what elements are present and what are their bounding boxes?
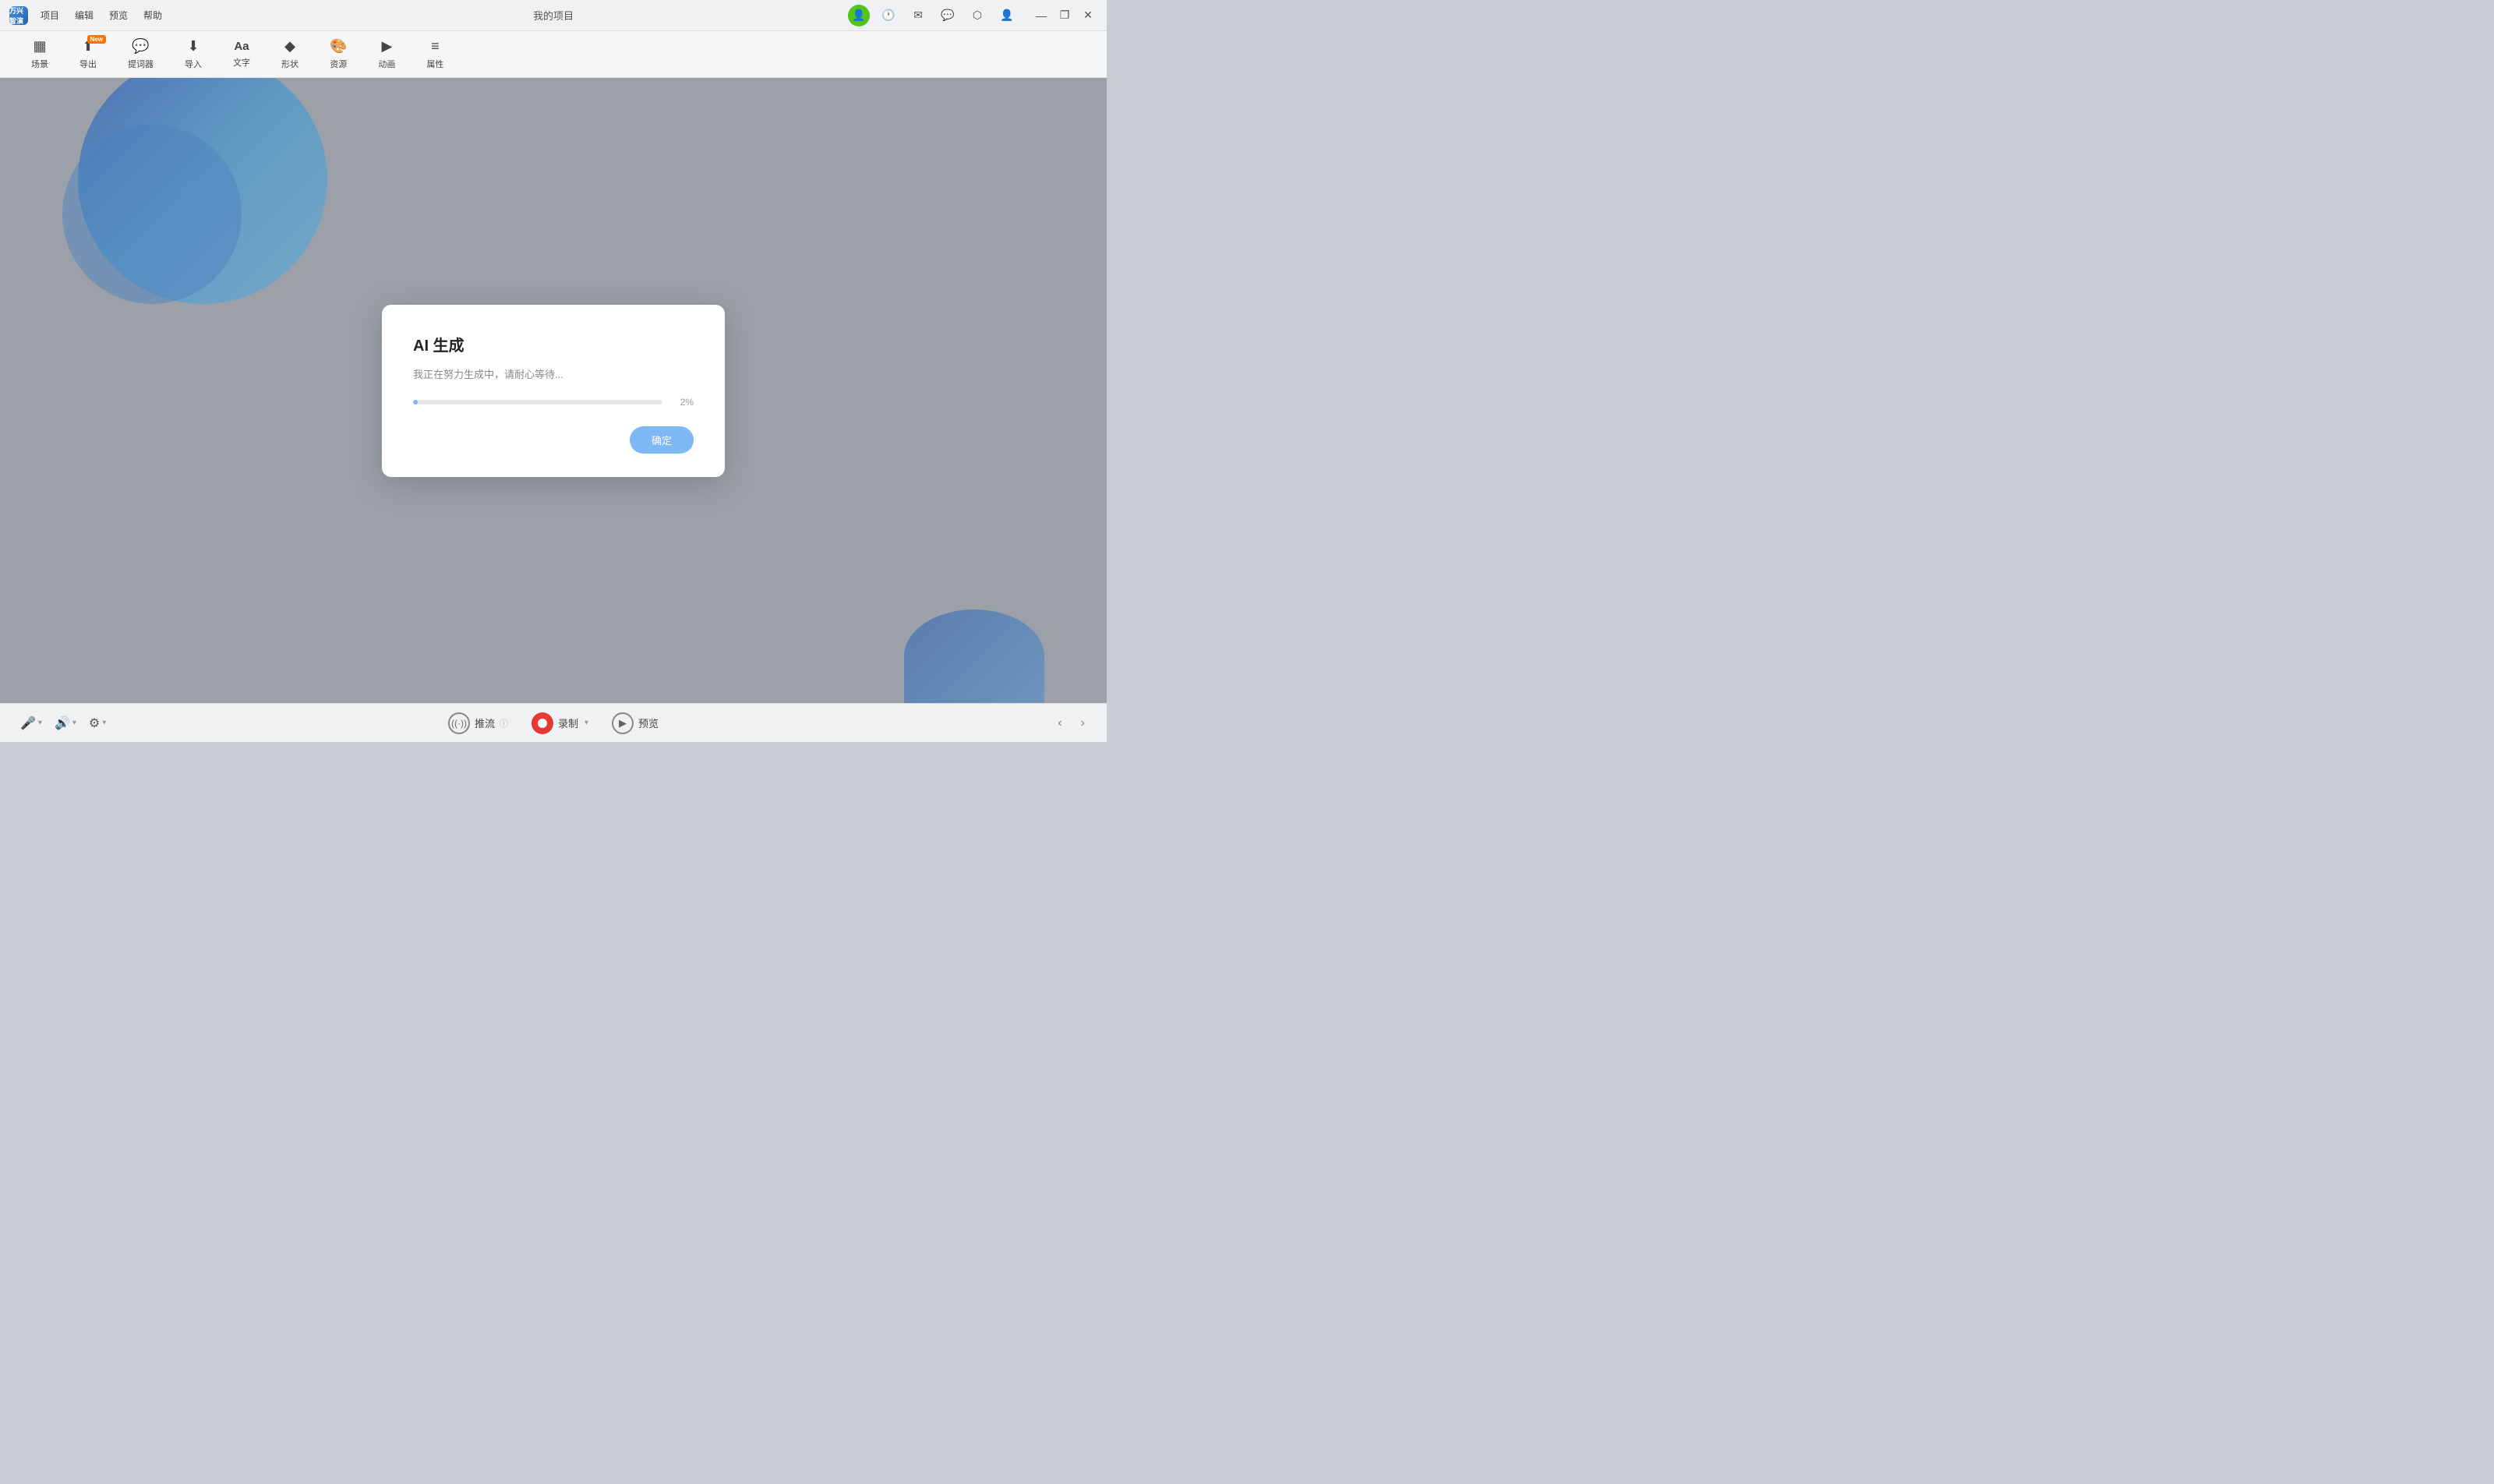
dialog-message: 我正在努力生成中，请耐心等待... [413, 366, 694, 381]
progress-bar-fill [413, 400, 418, 405]
preview-icon: ▶ [612, 712, 634, 734]
stream-icon: ((·)) [448, 712, 470, 734]
settings-button[interactable]: ⚙ ▾ [84, 712, 111, 734]
stream-button[interactable]: ((·)) 推流 ⓘ [448, 712, 508, 734]
animation-icon: ▶ [382, 38, 393, 55]
toolbar-resource[interactable]: 🎨 资源 [314, 32, 362, 76]
bottom-bar: 🎤 ▾ 🔊 ▾ ⚙ ▾ ((·)) 推流 ⓘ 录制 ▾ ▶ [0, 703, 1107, 742]
menu-edit[interactable]: 编辑 [75, 9, 94, 22]
progress-bar-track [413, 400, 662, 405]
dialog-confirm-button[interactable]: 确定 [630, 426, 694, 454]
maximize-button[interactable]: ❐ [1055, 6, 1074, 25]
toolbar-text[interactable]: Aa 文字 [217, 34, 266, 75]
toolbar-prompter[interactable]: 💬 提词器 [112, 32, 169, 76]
settings-icon: ⚙ [89, 716, 100, 731]
toolbar-export[interactable]: ⬆ 导出 New [64, 32, 112, 76]
title-bar: 万兴智演 项目 编辑 预览 帮助 我的项目 👤 🕐 ✉ 💬 ⬡ 👤 — ❐ ✕ [0, 0, 1107, 31]
window-controls: — ❐ ✕ [1032, 6, 1097, 25]
nav-left-arrow[interactable]: ‹ [1051, 713, 1068, 733]
minimize-button[interactable]: — [1032, 6, 1051, 25]
text-label: 文字 [233, 56, 250, 69]
menu-help[interactable]: 帮助 [143, 9, 162, 22]
microphone-chevron-icon: ▾ [38, 719, 42, 727]
toolbar-properties[interactable]: ≡ 属性 [411, 32, 459, 76]
toolbar-import[interactable]: ⬇ 导入 [169, 32, 217, 76]
stream-label: 推流 [475, 716, 495, 730]
title-bar-menus: 项目 编辑 预览 帮助 [41, 9, 162, 22]
main-canvas: AI 生成 我正在努力生成中，请耐心等待... 2% 确定 [0, 78, 1107, 703]
microphone-icon: 🎤 [20, 716, 36, 731]
prompter-label: 提词器 [128, 58, 154, 70]
settings-chevron-icon: ▾ [102, 719, 106, 727]
stream-info-icon: ⓘ [500, 717, 508, 730]
properties-icon: ≡ [431, 38, 440, 55]
bottom-left-controls: 🎤 ▾ 🔊 ▾ ⚙ ▾ [16, 712, 111, 734]
dialog-overlay: AI 生成 我正在努力生成中，请耐心等待... 2% 确定 [0, 78, 1107, 703]
speaker-button[interactable]: 🔊 ▾ [50, 712, 81, 734]
toolbar: ▦ 场景 ⬆ 导出 New 💬 提词器 ⬇ 导入 Aa 文字 ◆ 形状 🎨 资源… [0, 31, 1107, 78]
clock-icon[interactable]: 🕐 [878, 5, 899, 26]
speaker-chevron-icon: ▾ [72, 719, 76, 727]
record-dot-icon [532, 712, 553, 734]
shape-icon: ◆ [284, 38, 295, 55]
bottom-right-controls: ‹ › [1051, 713, 1091, 733]
progress-percent: 2% [670, 397, 694, 408]
record-label: 录制 [558, 716, 578, 730]
nav-right-arrow[interactable]: › [1075, 713, 1091, 733]
import-icon: ⬇ [187, 38, 199, 55]
shape-label: 形状 [281, 58, 299, 70]
menu-preview[interactable]: 预览 [109, 9, 128, 22]
properties-label: 属性 [426, 58, 443, 70]
mail-icon[interactable]: ✉ [907, 5, 929, 26]
resource-icon: 🎨 [330, 38, 347, 55]
logo-icon: 万兴智演 [9, 6, 28, 25]
resource-label: 资源 [330, 58, 347, 70]
toolbar-scene[interactable]: ▦ 场景 [16, 32, 64, 76]
record-dot-inner [538, 719, 547, 728]
user-avatar-icon[interactable]: 👤 [848, 5, 870, 26]
toolbar-animation[interactable]: ▶ 动画 [362, 32, 411, 76]
dialog-footer: 确定 [413, 426, 694, 454]
text-icon: Aa [234, 40, 249, 53]
bottom-center-controls: ((·)) 推流 ⓘ 录制 ▾ ▶ 预览 [448, 712, 659, 734]
ai-generate-dialog: AI 生成 我正在努力生成中，请耐心等待... 2% 确定 [382, 305, 725, 477]
preview-button[interactable]: ▶ 预览 [612, 712, 659, 734]
import-label: 导入 [185, 58, 202, 70]
title-bar-right: 👤 🕐 ✉ 💬 ⬡ 👤 — ❐ ✕ [848, 5, 1097, 26]
comment-icon[interactable]: 💬 [937, 5, 959, 26]
record-button[interactable]: 录制 ▾ [532, 712, 588, 734]
microphone-button[interactable]: 🎤 ▾ [16, 712, 47, 734]
speaker-icon: 🔊 [55, 716, 70, 731]
export-label: 导出 [79, 58, 97, 70]
scene-label: 场景 [31, 58, 48, 70]
export-badge: New [87, 35, 106, 44]
animation-label: 动画 [378, 58, 395, 70]
menu-project[interactable]: 项目 [41, 9, 59, 22]
close-button[interactable]: ✕ [1079, 6, 1097, 25]
account-icon[interactable]: 👤 [996, 5, 1018, 26]
prompter-icon: 💬 [132, 38, 149, 55]
logo-text: 万兴智演 [9, 5, 28, 26]
project-title: 我的项目 [533, 8, 574, 23]
share-icon[interactable]: ⬡ [966, 5, 988, 26]
record-chevron-icon: ▾ [585, 719, 588, 727]
scene-icon: ▦ [33, 38, 46, 55]
dialog-title: AI 生成 [413, 333, 694, 355]
preview-label: 预览 [638, 716, 659, 730]
toolbar-shape[interactable]: ◆ 形状 [266, 32, 314, 76]
app-logo: 万兴智演 [9, 6, 28, 25]
progress-row: 2% [413, 397, 694, 408]
